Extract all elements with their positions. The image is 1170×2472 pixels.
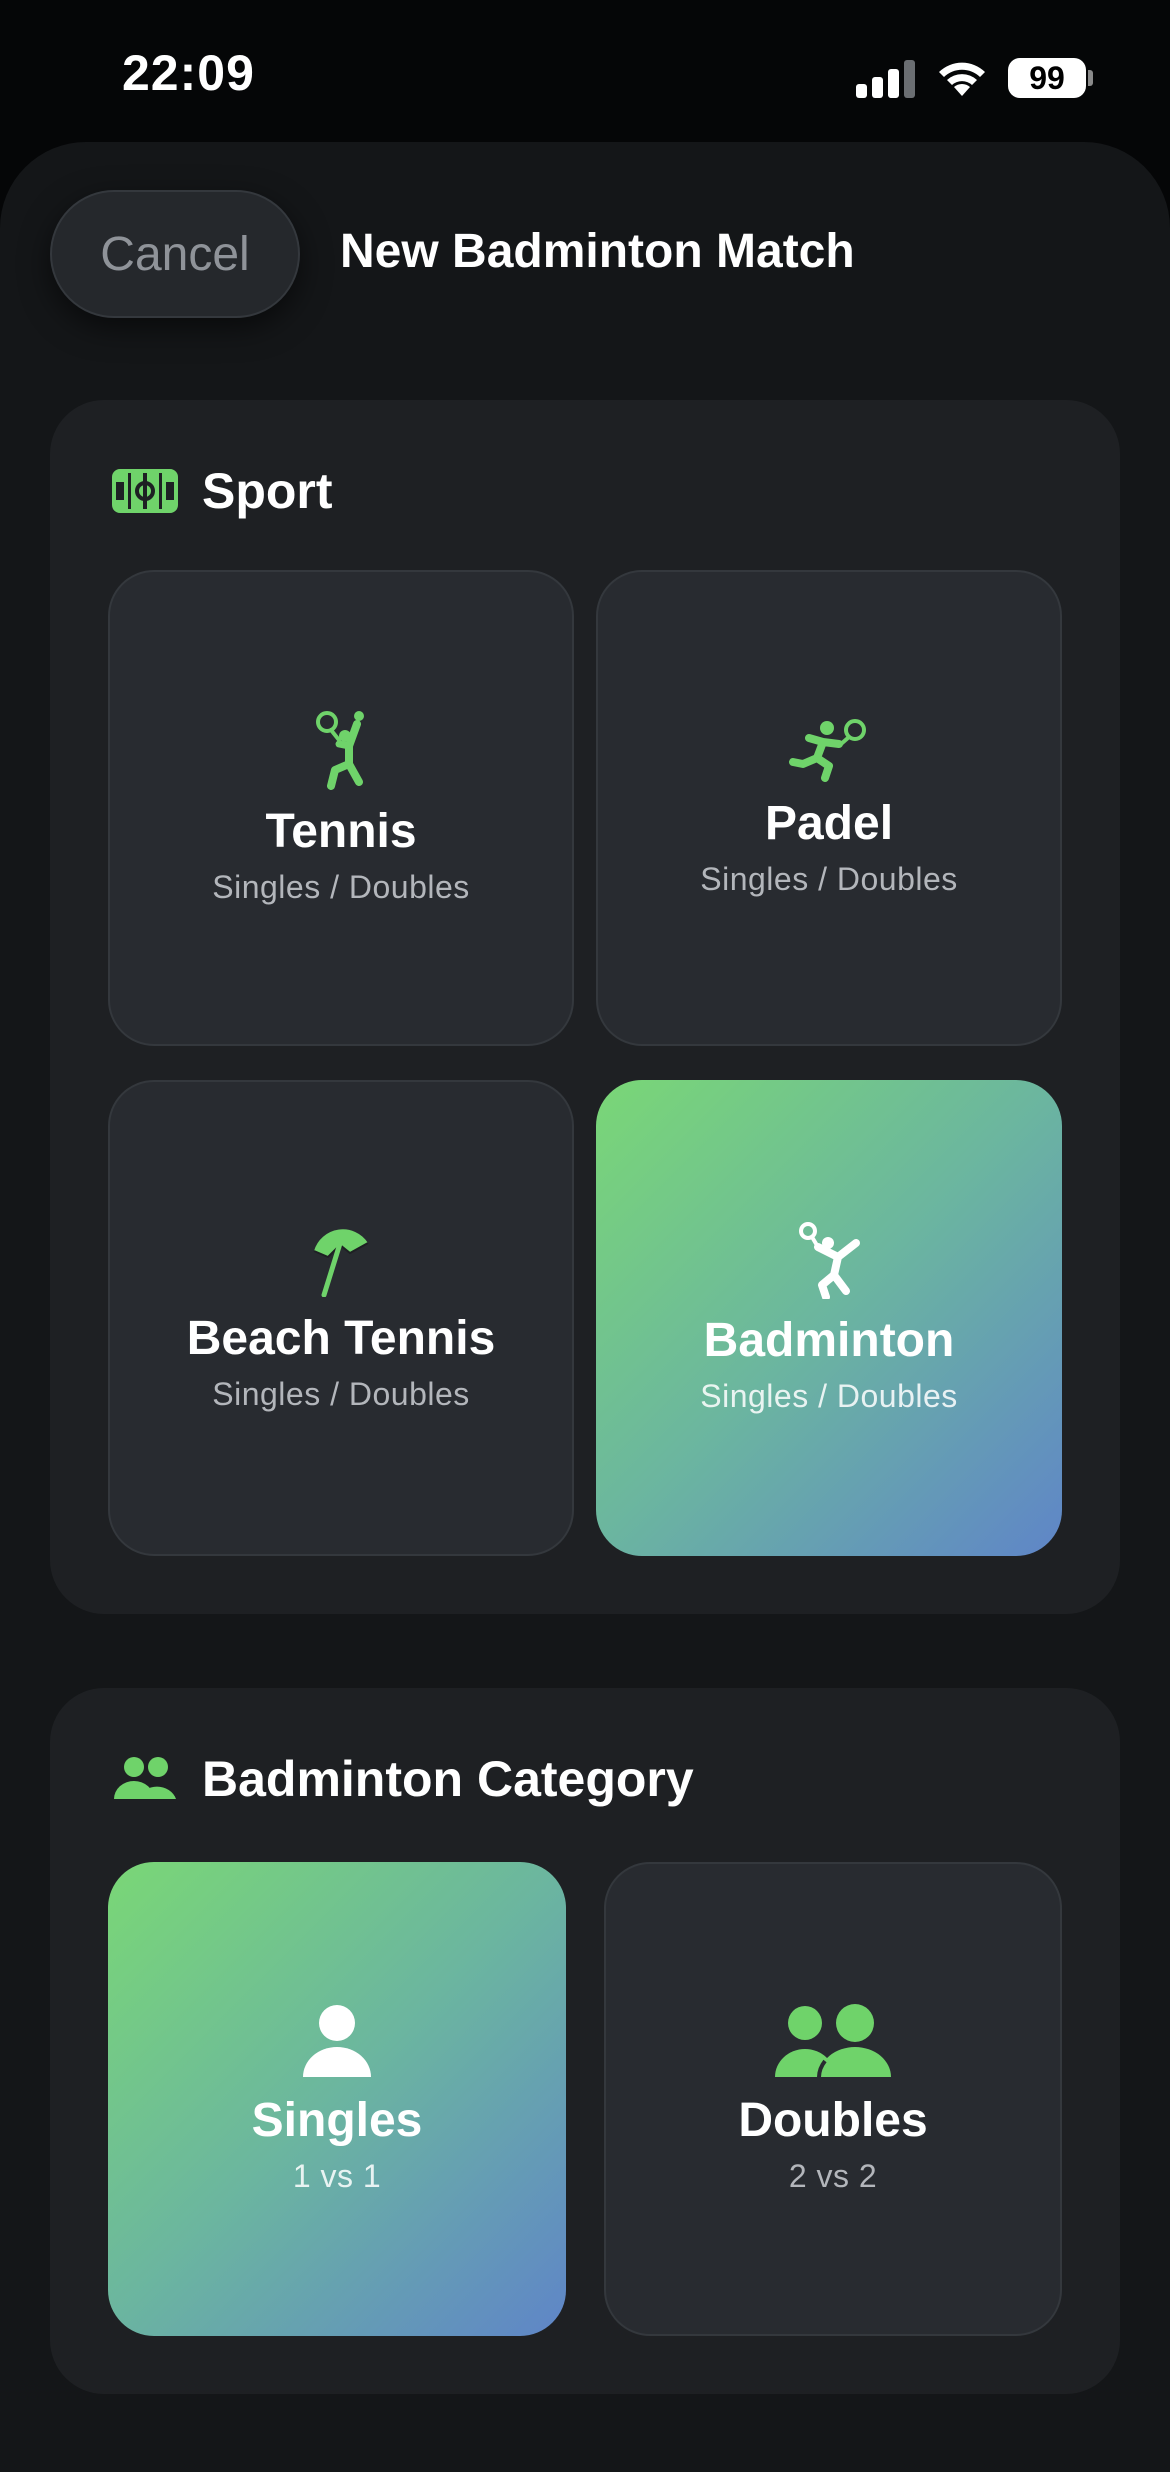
category-section: Badminton Category Singles 1 vs 1 Double… [50, 1688, 1120, 2394]
tile-title: Badminton [703, 1314, 955, 1367]
status-time: 22:09 [122, 45, 255, 101]
page-title: New Badminton Match [340, 225, 855, 278]
badminton-player-icon [799, 1222, 860, 1299]
category-tile-doubles[interactable]: Doubles 2 vs 2 [604, 1862, 1062, 2336]
tile-title: Beach Tennis [186, 1312, 496, 1365]
battery-level: 99 [1029, 59, 1065, 96]
category-section-header: Badminton Category [112, 1750, 694, 1808]
sport-tile-beach-tennis[interactable]: Beach Tennis Singles / Doubles [108, 1080, 574, 1556]
wifi-icon [939, 62, 985, 96]
category-tile-singles[interactable]: Singles 1 vs 1 [108, 1862, 566, 2336]
tile-title: Padel [764, 797, 894, 850]
tile-subtitle: Singles / Doubles [700, 861, 958, 897]
tile-subtitle: 2 vs 2 [788, 2158, 878, 2194]
battery-icon: 99 [1008, 58, 1086, 98]
tile-subtitle: Singles / Doubles [212, 1376, 470, 1412]
person-icon [303, 2005, 371, 2077]
tile-subtitle: Singles / Doubles [700, 1378, 958, 1414]
sport-tile-padel[interactable]: Padel Singles / Doubles [596, 570, 1062, 1046]
beach-umbrella-icon [313, 1229, 369, 1297]
sport-tile-badminton[interactable]: Badminton Singles / Doubles [596, 1080, 1062, 1556]
sport-tile-tennis[interactable]: Tennis Singles / Doubles [108, 570, 574, 1046]
tile-subtitle: 1 vs 1 [292, 2158, 382, 2194]
people-icon [114, 1757, 176, 1799]
status-bar: 22:09 99 [0, 0, 1170, 140]
category-section-title: Badminton Category [202, 1751, 694, 1807]
signal-icon [856, 60, 915, 98]
two-people-icon [775, 2004, 891, 2078]
cancel-button[interactable]: Cancel [50, 190, 300, 318]
padel-player-icon [789, 719, 866, 782]
sport-section-title: Sport [202, 463, 333, 519]
sport-section: Sport Tennis Singles / Doubles Padel Sin… [50, 400, 1120, 1614]
tennis-player-icon [316, 711, 364, 790]
tile-title: Doubles [738, 2094, 928, 2147]
battery-nub [1088, 70, 1093, 86]
tile-title: Singles [251, 2094, 423, 2147]
tile-title: Tennis [265, 805, 417, 858]
tile-subtitle: Singles / Doubles [212, 869, 470, 905]
court-icon [112, 469, 178, 513]
sport-section-header: Sport [112, 462, 333, 520]
